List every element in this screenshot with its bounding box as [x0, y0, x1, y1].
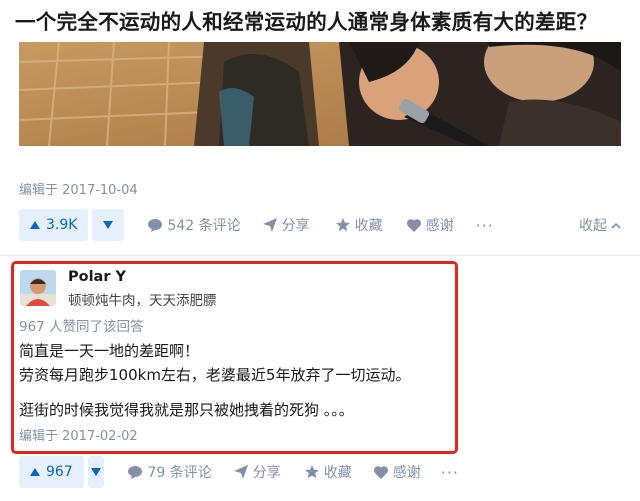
triangle-down-icon	[103, 221, 114, 229]
share-button[interactable]: 分享	[262, 215, 310, 235]
upvote-button[interactable]: 3.9K	[19, 209, 89, 241]
downvote-button[interactable]	[87, 456, 105, 488]
comments-label: 542 条评论	[167, 218, 241, 234]
share-label: 分享	[281, 218, 310, 234]
upvote-button[interactable]: 967	[19, 456, 84, 488]
upvote-count: 3.9K	[46, 217, 78, 233]
heart-icon	[373, 465, 388, 479]
answer-actions: 3.9K 542 条评论 分享 收藏 感谢 ··· 收起	[19, 209, 621, 241]
share-button[interactable]: 分享	[233, 462, 281, 482]
heart-icon	[406, 218, 421, 232]
favorite-label: 收藏	[323, 465, 352, 481]
comments-button[interactable]: 79 条评论	[128, 462, 212, 482]
favorite-button[interactable]: 收藏	[335, 215, 383, 235]
answer-content-line: 简直是一天一地的差距啊！	[19, 342, 200, 360]
star-icon	[304, 465, 319, 479]
edited-date[interactable]: 编辑于 2017-10-04	[19, 179, 138, 198]
comments-button[interactable]: 542 条评论	[148, 215, 241, 235]
more-dots-icon[interactable]: ···	[441, 463, 459, 482]
question-title[interactable]: 一个完全不运动的人和经常运动的人通常身体素质有大的差距？	[15, 5, 630, 35]
collapse-button[interactable]: 收起	[579, 215, 621, 235]
collapse-label: 收起	[579, 218, 607, 234]
thanks-label: 感谢	[425, 218, 454, 234]
answer-photo[interactable]	[19, 42, 621, 146]
share-plane-icon	[262, 218, 277, 232]
share-plane-icon	[233, 465, 248, 479]
answer-content-line: 逛街的时候我觉得我就是那只被她拽着的死狗 。。。	[19, 401, 354, 419]
comment-icon	[128, 465, 143, 479]
comments-label: 79 条评论	[147, 465, 212, 481]
edited-date[interactable]: 编辑于 2017-02-02	[19, 425, 138, 444]
author-bio: 顿顿炖牛肉，天天添肥膘	[68, 293, 217, 309]
author-name[interactable]: Polar Y	[68, 269, 126, 285]
avatar[interactable]	[20, 270, 56, 306]
chevron-up-icon	[611, 222, 621, 229]
triangle-up-icon	[30, 221, 40, 229]
comment-icon	[148, 218, 163, 232]
thanks-button[interactable]: 感谢	[373, 462, 421, 482]
answer-content-line: 劳资每月跑步100km左右，老婆最近5年放弃了一切运动。	[19, 366, 411, 384]
favorite-button[interactable]: 收藏	[304, 462, 352, 482]
more-dots-icon[interactable]: ···	[476, 216, 494, 235]
favorite-label: 收藏	[354, 218, 383, 234]
approval-count[interactable]: 967 人赞同了该回答	[19, 315, 144, 335]
answer-actions: 967 79 条评论 分享 收藏 感谢 ···	[19, 456, 459, 488]
triangle-down-icon	[91, 468, 102, 476]
upvote-count: 967	[46, 464, 73, 480]
downvote-button[interactable]	[92, 209, 125, 241]
thanks-label: 感谢	[392, 465, 421, 481]
answer-divider	[0, 255, 640, 256]
star-icon	[335, 218, 350, 232]
triangle-up-icon	[30, 468, 40, 476]
thanks-button[interactable]: 感谢	[406, 215, 454, 235]
share-label: 分享	[252, 465, 281, 481]
